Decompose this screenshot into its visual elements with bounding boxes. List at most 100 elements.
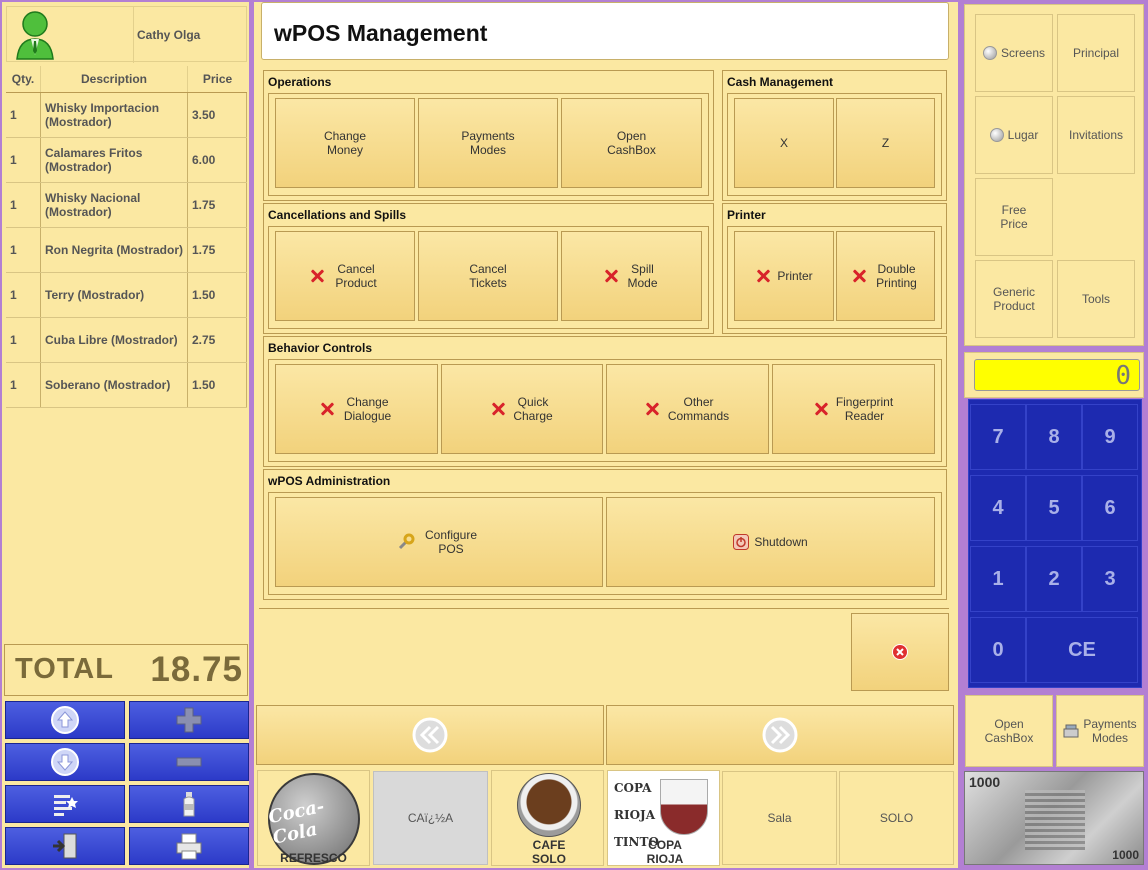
ticket-row[interactable]: 1 Cuba Libre (Mostrador) 2.75	[6, 318, 247, 363]
double-printing-button[interactable]: Double Printing	[836, 231, 935, 321]
ticket-row[interactable]: 1 Whisky Importacion (Mostrador) 3.50	[6, 93, 247, 138]
disabled-x-icon	[319, 401, 335, 417]
payments-modes-button[interactable]: Payments Modes	[418, 98, 558, 188]
keypad-key-7[interactable]: 7	[970, 404, 1026, 470]
principal-button[interactable]: Principal	[1057, 14, 1135, 92]
keypad-key-9[interactable]: 9	[1082, 404, 1138, 470]
product-cana[interactable]: CAï¿½A	[373, 771, 488, 865]
ticket-table[interactable]: Qty. Description Price 1 Whisky Importaci…	[6, 66, 247, 408]
cash-register-icon	[1063, 724, 1079, 738]
cancel-tickets-button[interactable]: Cancel Tickets	[418, 231, 558, 321]
generic-product-label: Generic Product	[992, 285, 1036, 313]
page-title: wPOS Management	[274, 20, 488, 46]
plus-icon	[176, 707, 202, 733]
ticket-row[interactable]: 1 Soberano (Mostrador) 1.50	[6, 363, 247, 408]
disabled-x-icon	[755, 268, 771, 284]
keypad-key-1[interactable]: 1	[970, 546, 1026, 612]
row-qty: 1	[6, 273, 41, 317]
other-commands-label: Other Commands	[667, 395, 730, 423]
clear-entry-key[interactable]: CE	[1026, 617, 1138, 683]
z-report-button[interactable]: Z	[836, 98, 935, 188]
shutdown-button[interactable]: Shutdown	[606, 497, 935, 587]
row-price: 3.50	[188, 93, 247, 137]
product-refresco[interactable]: Coca-Cola REFRESCO	[257, 770, 370, 866]
row-price: 2.75	[188, 318, 247, 362]
ticket-row[interactable]: 1 Whisky Nacional (Mostrador) 1.75	[6, 183, 247, 228]
ticket-row[interactable]: 1 Ron Negrita (Mostrador) 1.75	[6, 228, 247, 273]
spill-mode-button[interactable]: Spill Mode	[561, 231, 702, 321]
product-solo[interactable]: SOLO	[839, 771, 954, 865]
double-left-arrow-icon	[412, 717, 448, 753]
fingerprint-reader-button[interactable]: Fingerprint Reader	[772, 364, 935, 454]
row-description: Calamares Fritos (Mostrador)	[41, 138, 188, 182]
keypad-key-5[interactable]: 5	[1026, 475, 1082, 541]
product-cafe-solo[interactable]: CAFE SOLO	[491, 770, 604, 866]
x-report-button[interactable]: X	[734, 98, 834, 188]
ticket-row[interactable]: 1 Calamares Fritos (Mostrador) 6.00	[6, 138, 247, 183]
wrench-icon	[398, 533, 415, 550]
display-value: 0	[1115, 361, 1131, 391]
banknote-value-top: 1000	[969, 774, 1001, 790]
change-money-button[interactable]: Change Money	[275, 98, 415, 188]
change-dialogue-button[interactable]: Change Dialogue	[275, 364, 438, 454]
tools-button[interactable]: Tools	[1057, 260, 1135, 338]
edit-line-button[interactable]	[5, 785, 125, 823]
close-button[interactable]	[851, 613, 949, 691]
banknote-building	[1025, 790, 1085, 850]
screens-button[interactable]: Screens	[975, 14, 1053, 92]
cancel-product-button[interactable]: Cancel Product	[275, 231, 415, 321]
next-page-button[interactable]	[606, 705, 954, 765]
row-description: Soberano (Mostrador)	[41, 363, 188, 407]
product-copa-rioja[interactable]: COPA RIOJA TINTO COPA RIOJA	[607, 770, 720, 866]
spill-mode-label: Spill Mode	[627, 262, 658, 290]
open-cashbox-side-button[interactable]: Open CashBox	[965, 695, 1053, 767]
keypad-key-6[interactable]: 6	[1082, 475, 1138, 541]
arrow-down-icon	[51, 748, 79, 776]
bottle-button[interactable]	[129, 785, 249, 823]
previous-page-button[interactable]	[256, 705, 604, 765]
payments-modes-side-button[interactable]: Payments Modes	[1056, 695, 1144, 767]
add-button[interactable]	[129, 701, 249, 739]
x-label: X	[779, 136, 788, 150]
printer-button[interactable]: Printer	[734, 231, 834, 321]
logout-button[interactable]	[5, 827, 125, 865]
printer-title: Printer	[727, 208, 766, 222]
admin-title: wPOS Administration	[268, 474, 391, 488]
scroll-down-button[interactable]	[5, 743, 125, 781]
screens-label: Screens	[1000, 46, 1046, 60]
disabled-x-icon	[603, 268, 619, 284]
invitations-label: Invitations	[1068, 128, 1124, 142]
bottle-icon	[183, 792, 195, 817]
other-commands-button[interactable]: Other Commands	[606, 364, 769, 454]
banknote-image: 1000 1000	[964, 771, 1144, 865]
free-price-button[interactable]: Free Price	[975, 178, 1053, 256]
product-label: COPA RIOJA	[646, 838, 684, 866]
keypad-key-8[interactable]: 8	[1026, 404, 1082, 470]
keypad-key-4[interactable]: 4	[970, 475, 1026, 541]
generic-product-button[interactable]: Generic Product	[975, 260, 1053, 338]
wine-glass-image	[660, 779, 708, 835]
change-dialogue-label: Change Dialogue	[343, 395, 392, 423]
open-cashbox-button[interactable]: Open CashBox	[561, 98, 702, 188]
lugar-button[interactable]: Lugar	[975, 96, 1053, 174]
configure-pos-button[interactable]: Configure POS	[275, 497, 603, 587]
product-sala[interactable]: Sala	[722, 771, 837, 865]
keypad-key-0[interactable]: 0	[970, 617, 1026, 683]
keypad-key-2[interactable]: 2	[1026, 546, 1082, 612]
print-ticket-button[interactable]	[129, 827, 249, 865]
lugar-label: Lugar	[1007, 128, 1039, 142]
invitations-button[interactable]: Invitations	[1057, 96, 1135, 174]
row-price: 1.50	[188, 273, 247, 317]
row-description: Whisky Nacional (Mostrador)	[41, 183, 188, 227]
scroll-up-button[interactable]	[5, 701, 125, 739]
quick-charge-button[interactable]: Quick Charge	[441, 364, 603, 454]
product-label: Sala	[767, 811, 792, 825]
user-name: Cathy Olga	[137, 28, 201, 42]
ticket-row[interactable]: 1 Terry (Mostrador) 1.50	[6, 273, 247, 318]
keypad-key-3[interactable]: 3	[1082, 546, 1138, 612]
double-right-arrow-icon	[762, 717, 798, 753]
disabled-x-icon	[813, 401, 829, 417]
product-label: CAï¿½A	[407, 811, 454, 825]
description-header: Description	[41, 66, 188, 92]
remove-button[interactable]	[129, 743, 249, 781]
